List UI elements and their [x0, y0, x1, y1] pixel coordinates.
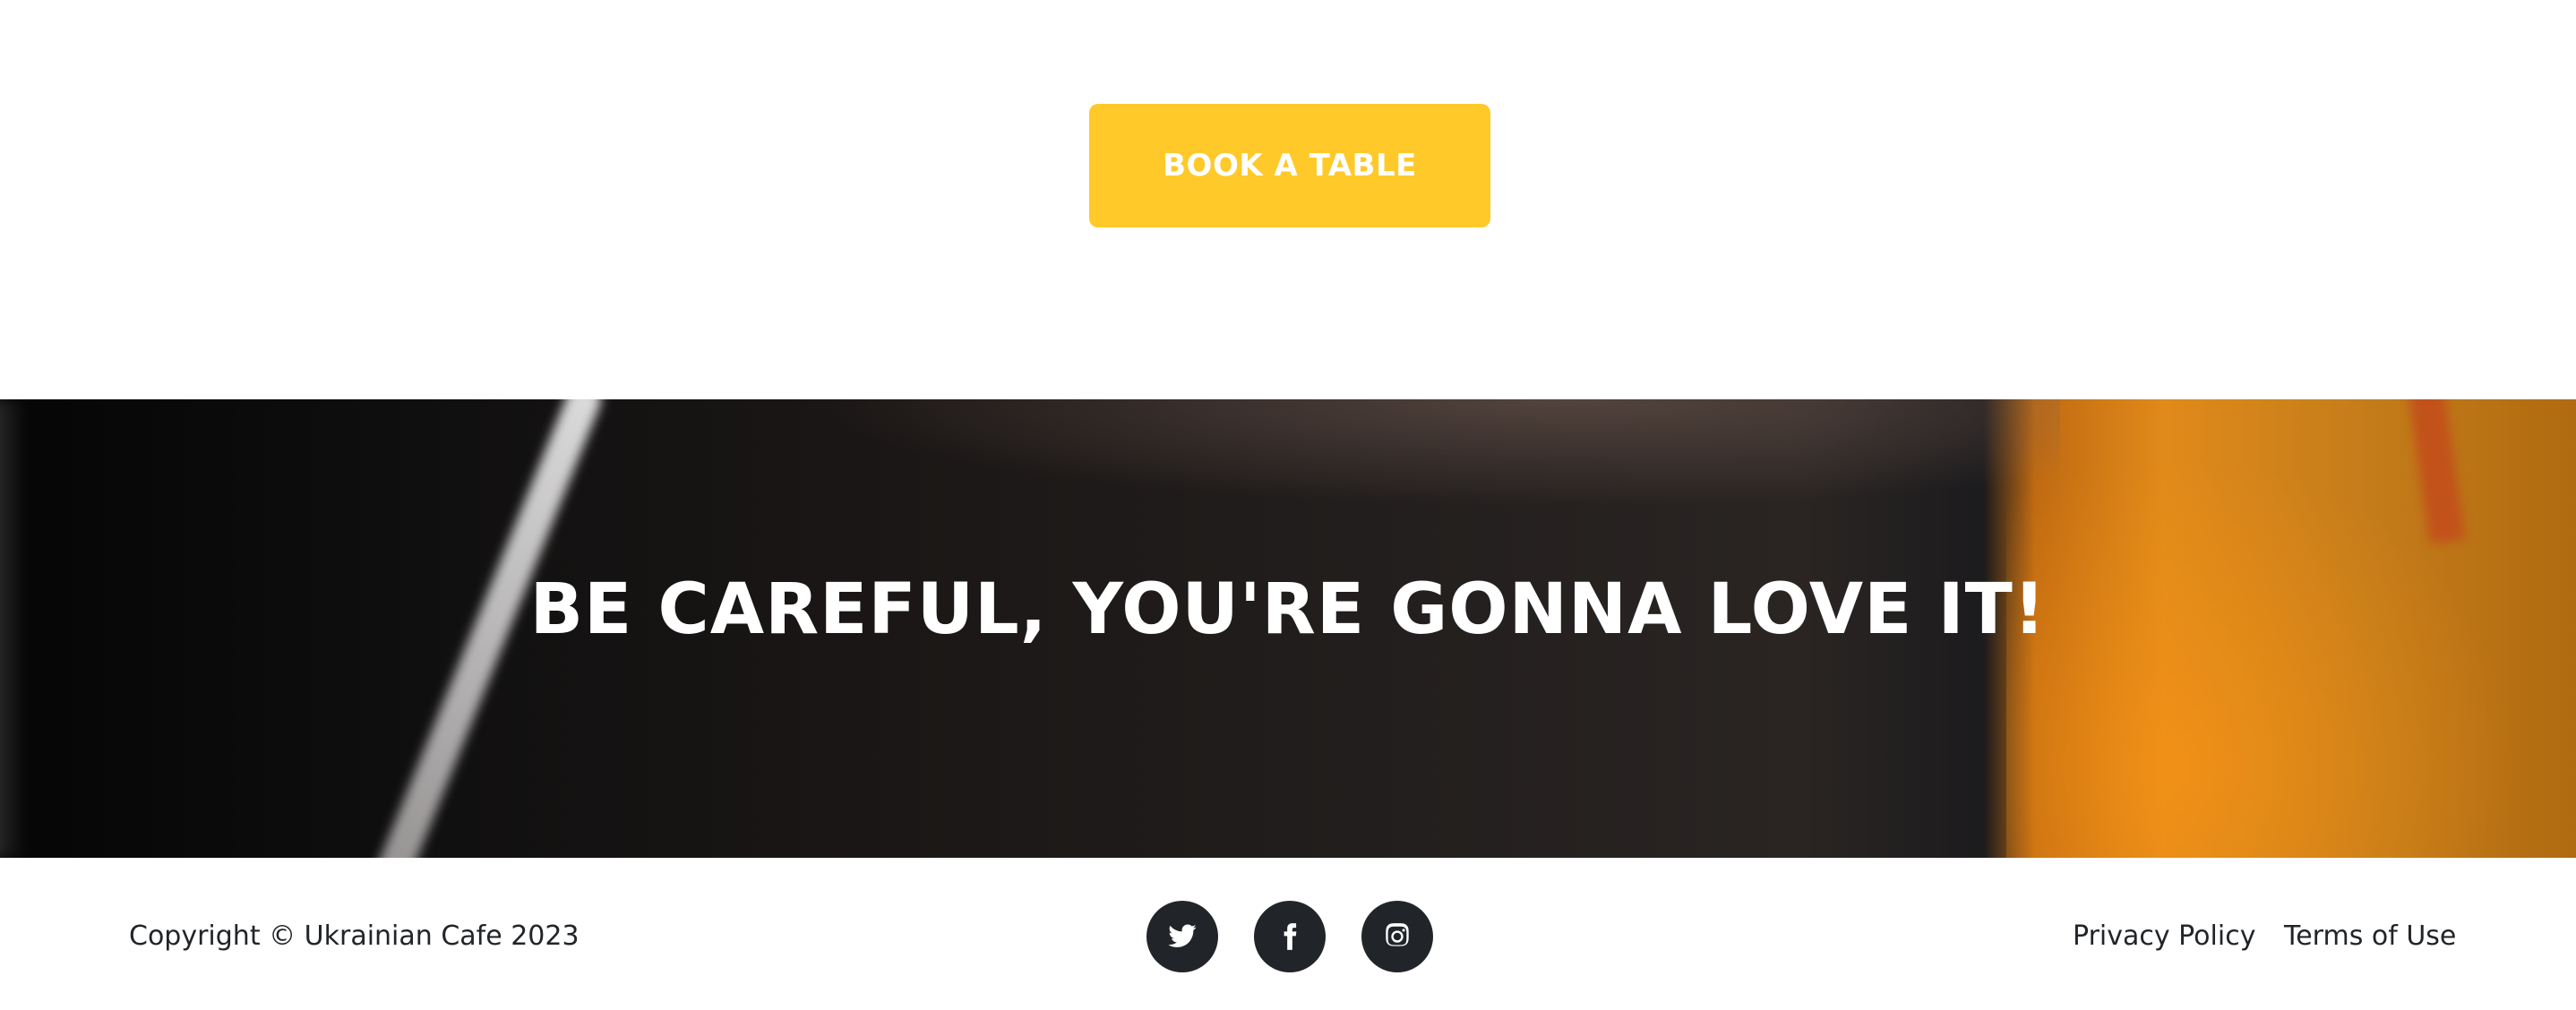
- twitter-link[interactable]: [1146, 901, 1218, 972]
- hero-banner: BE CAREFUL, YOU'RE GONNA LOVE IT!: [0, 399, 2576, 858]
- cta-section: BOOK A TABLE: [0, 0, 2576, 399]
- twitter-icon: [1168, 924, 1197, 947]
- hero-title: BE CAREFUL, YOU'RE GONNA LOVE IT!: [529, 569, 2047, 650]
- facebook-icon: [1284, 923, 1297, 950]
- facebook-link[interactable]: [1254, 901, 1326, 972]
- terms-of-use-link[interactable]: Terms of Use: [2284, 920, 2456, 952]
- instagram-link[interactable]: [1361, 901, 1433, 972]
- footer: Copyright © Ukrainian Cafe 2023 Privacy …: [0, 858, 2576, 1010]
- instagram-icon: [1386, 923, 1409, 946]
- book-a-table-button[interactable]: BOOK A TABLE: [1089, 104, 1490, 227]
- privacy-policy-link[interactable]: Privacy Policy: [2073, 920, 2255, 952]
- hero-background-glow: [806, 399, 2060, 507]
- copyright-text: Copyright © Ukrainian Cafe 2023: [129, 920, 580, 952]
